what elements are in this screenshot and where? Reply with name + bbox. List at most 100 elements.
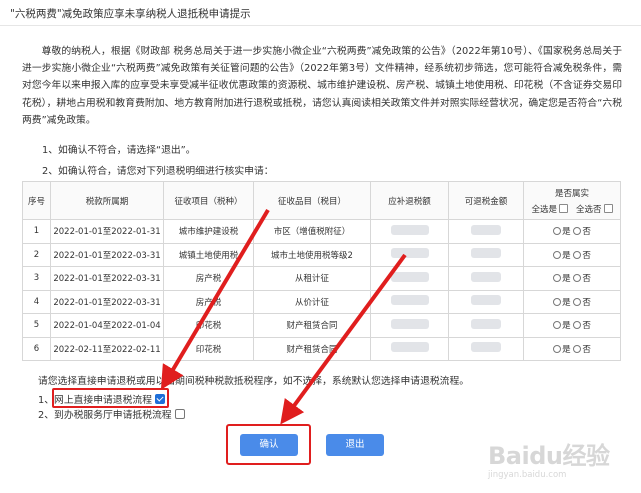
- col-header-period: 税款所属期: [50, 181, 164, 220]
- option-hall-offset[interactable]: 2、到办税服务厅申请抵税流程: [38, 407, 185, 421]
- radio-circle[interactable]: [573, 250, 582, 259]
- cell-seq: 5: [22, 313, 51, 338]
- radio-circle[interactable]: [573, 274, 582, 283]
- radio-circle[interactable]: [553, 297, 562, 306]
- cell-item: 城市维护建设税: [163, 219, 254, 244]
- cell-confirm: 是 否: [523, 313, 621, 338]
- col-header-should: 应补退税额: [370, 181, 449, 220]
- confirm-header-label: 是否属实: [554, 188, 589, 199]
- cell-confirm: 是 否: [523, 242, 621, 267]
- col-header-refund: 可退税金额: [448, 181, 524, 220]
- table-row: 6 2022-02-11至2022-02-11 印花税 财产租赁合同 是 否: [22, 336, 621, 361]
- watermark-url: jingyan.baidu.com: [488, 470, 567, 480]
- radio-yes-label: 是: [562, 227, 571, 238]
- cell-period: 2022-01-01至2022-01-31: [50, 219, 164, 244]
- select-all-no-checkbox[interactable]: [603, 203, 613, 213]
- cell-should-blurred: [370, 313, 449, 338]
- radio-circle[interactable]: [553, 274, 562, 283]
- tip-not-eligible: 1、如确认不符合，请选择“退出”。: [42, 145, 196, 156]
- cell-seq: 2: [22, 242, 51, 267]
- refund-detail-table: 序号 税款所属期 征收项目（税种） 征收品目（税目） 应补退税额 可退税金额 是…: [22, 181, 621, 361]
- radio-no[interactable]: 否: [573, 250, 591, 261]
- cell-refund-blurred: [448, 266, 524, 291]
- table-row: 2 2022-01-01至2022-03-31 城镇土地使用税 城市土地使用税等…: [22, 242, 621, 267]
- cell-confirm: 是 否: [523, 336, 621, 361]
- select-all-yes[interactable]: 全选是: [531, 203, 568, 215]
- radio-no-label: 否: [582, 297, 591, 308]
- radio-circle[interactable]: [553, 227, 562, 236]
- radio-no-label: 否: [582, 227, 591, 238]
- cell-period: 2022-01-01至2022-03-31: [50, 266, 164, 291]
- radio-no-label: 否: [582, 274, 591, 285]
- cell-subitem: 城市土地使用税等级2: [253, 242, 371, 267]
- exit-button[interactable]: 退出: [326, 434, 384, 456]
- watermark-logo: Baidu经验: [488, 442, 610, 470]
- radio-circle[interactable]: [573, 297, 582, 306]
- radio-circle[interactable]: [573, 321, 582, 330]
- radio-circle[interactable]: [553, 321, 562, 330]
- cell-should-blurred: [370, 289, 449, 314]
- redacted-value: [471, 248, 501, 259]
- cell-refund-blurred: [448, 336, 524, 361]
- select-all-yes-label: 全选是: [531, 204, 557, 215]
- option-hall-offset-checkbox[interactable]: [174, 409, 185, 419]
- redacted-value: [390, 318, 429, 329]
- redacted-value: [390, 295, 429, 306]
- cell-seq: 6: [22, 336, 51, 361]
- redacted-value: [390, 224, 429, 235]
- redacted-value: [390, 248, 429, 259]
- table-row: 1 2022-01-01至2022-01-31 城市维护建设税 市区（增值税附征…: [22, 219, 621, 244]
- select-all-no[interactable]: 全选否: [576, 203, 613, 215]
- radio-no[interactable]: 否: [573, 344, 591, 355]
- radio-circle[interactable]: [573, 227, 582, 236]
- radio-no[interactable]: 否: [573, 274, 591, 284]
- option-hall-offset-label: 2、到办税服务厅申请抵税流程: [38, 410, 172, 421]
- redacted-value: [390, 271, 429, 282]
- redacted-value: [471, 295, 501, 306]
- redacted-value: [471, 271, 501, 282]
- cell-subitem: 财产租赁合同: [253, 336, 371, 361]
- table-header-row: 序号 税款所属期 征收项目（税种） 征收品目（税目） 应补退税额 可退税金额 是…: [22, 181, 621, 220]
- radio-yes-label: 是: [562, 250, 571, 261]
- radio-no[interactable]: 否: [573, 227, 591, 237]
- tip-eligible: 2、如确认符合，请您对下列退税明细进行核实申请：: [42, 166, 274, 177]
- cell-item: 印花税: [163, 336, 254, 361]
- cell-period: 2022-02-11至2022-02-11: [50, 336, 164, 361]
- radio-yes[interactable]: 是: [553, 274, 571, 284]
- radio-yes[interactable]: 是: [553, 344, 571, 355]
- radio-yes-label: 是: [562, 321, 571, 332]
- cell-refund-blurred: [448, 289, 524, 314]
- cell-subitem: 市区（增值税附征）: [253, 219, 371, 244]
- cell-subitem: 财产租赁合同: [253, 313, 371, 338]
- radio-circle[interactable]: [553, 344, 562, 353]
- radio-no[interactable]: 否: [573, 297, 591, 308]
- radio-yes[interactable]: 是: [553, 321, 571, 331]
- cell-should-blurred: [370, 266, 449, 291]
- dialog-title: "六税两费"减免政策应享未享纳税人退抵税申请提示: [10, 8, 251, 20]
- cell-period: 2022-01-01至2022-03-31: [50, 289, 164, 314]
- radio-no[interactable]: 否: [573, 321, 591, 331]
- radio-circle[interactable]: [573, 344, 582, 353]
- redacted-value: [471, 224, 501, 235]
- cell-confirm: 是 否: [523, 219, 621, 244]
- radio-circle[interactable]: [553, 250, 562, 259]
- cell-period: 2022-01-04至2022-01-04: [50, 313, 164, 338]
- cell-refund-blurred: [448, 219, 524, 244]
- select-all-no-label: 全选否: [576, 204, 602, 215]
- radio-no-label: 否: [582, 321, 591, 332]
- cell-item: 印花税: [163, 313, 254, 338]
- radio-yes[interactable]: 是: [553, 227, 571, 237]
- select-all-yes-checkbox[interactable]: [559, 203, 568, 213]
- annotation-highlight-box-option: [52, 388, 169, 408]
- cell-period: 2022-01-01至2022-03-31: [50, 242, 164, 267]
- radio-yes[interactable]: 是: [553, 250, 571, 261]
- cell-refund-blurred: [448, 313, 524, 338]
- intro-paragraph: 尊敬的纳税人，根据《财政部 税务总局关于进一步实施小微企业“六税两费”减免政策的…: [22, 46, 622, 126]
- radio-yes[interactable]: 是: [553, 297, 571, 308]
- redacted-value: [390, 342, 429, 353]
- col-header-item: 征收项目（税种）: [163, 181, 254, 220]
- radio-yes-label: 是: [562, 297, 571, 308]
- redacted-value: [471, 342, 501, 353]
- table-row: 5 2022-01-04至2022-01-04 印花税 财产租赁合同 是 否: [22, 313, 621, 338]
- cell-refund-blurred: [448, 242, 524, 267]
